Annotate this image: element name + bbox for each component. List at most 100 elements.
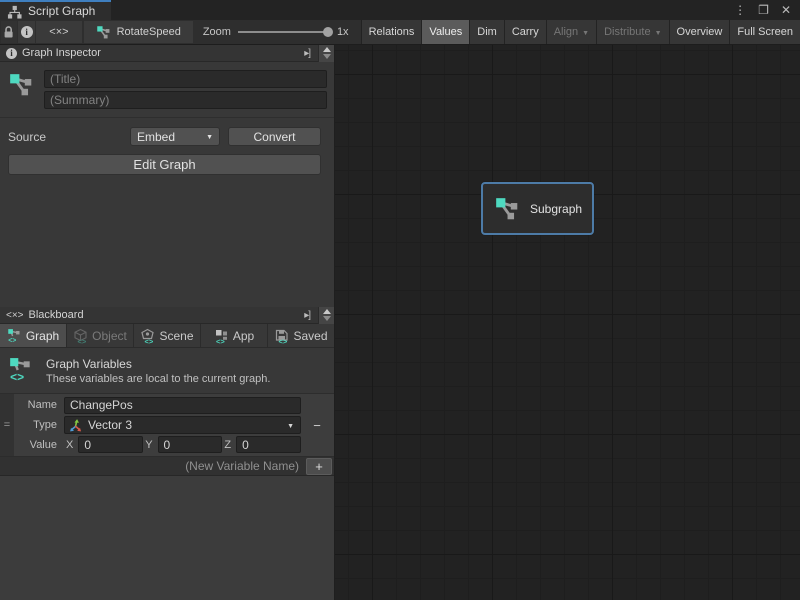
graph-title-input[interactable] [44,70,327,88]
blackboard-icon: <×> [6,310,24,321]
dock-icon[interactable]: ▸] [301,310,313,321]
variable-name-input[interactable] [64,397,301,414]
full-screen-button[interactable]: Full Screen [730,20,800,44]
menu-icon[interactable]: ⋮ [734,4,746,16]
chevron-down-icon: ▼ [206,134,213,141]
graph-variables-subtitle: These variables are local to the current… [46,373,270,385]
close-icon[interactable]: ✕ [781,4,791,16]
value-label: Value [14,439,64,451]
tab-script-graph[interactable]: Script Graph [0,0,111,20]
dock-icon[interactable]: ▸] [301,48,313,59]
y-label: Y [143,439,157,451]
panel-empty-area [0,476,334,600]
type-label: Type [14,419,64,431]
blackboard-icon: <×> [49,26,68,38]
info-icon: i [6,48,17,59]
variable-value-row: Value X Y Z [14,435,301,454]
zoom-value: 1x [337,26,349,38]
z-value-input[interactable] [236,436,301,453]
tab-graph[interactable]: Graph [0,324,67,347]
graph-summary-input[interactable] [44,91,327,109]
blackboard-title: Blackboard [29,309,84,321]
graph-icon [8,70,34,100]
graph-variables-icon [7,328,22,344]
scroll-down-icon[interactable] [323,316,331,321]
blackboard-tabs: Graph Object Scene App Saved [0,324,334,348]
source-dropdown[interactable]: Embed ▼ [130,127,220,146]
edit-graph-button[interactable]: Edit Graph [8,154,321,175]
dim-button[interactable]: Dim [470,20,505,44]
graph-inspector-section: i Graph Inspector ▸] Sour [0,45,334,307]
vector3-icon [68,418,83,433]
overview-button[interactable]: Overview [670,20,731,44]
scroll-up-icon[interactable] [323,309,331,314]
drag-handle-icon[interactable]: = [0,394,14,456]
floppy-icon [274,328,289,344]
blackboard-header[interactable]: <×> Blackboard ▸] [0,307,334,324]
x-value-input[interactable] [78,436,143,453]
y-value-input[interactable] [158,436,223,453]
zoom-label: Zoom [203,26,231,38]
section-scroll-spinner[interactable] [318,307,334,324]
graph-variables-icon [8,354,34,386]
source-label: Source [8,130,130,144]
z-label: Z [222,439,236,451]
lock-icon [2,25,15,39]
inspector-toggle-button[interactable]: i [18,21,35,43]
scroll-down-icon[interactable] [323,54,331,59]
distribute-dropdown[interactable]: Distribute ▼ [597,20,669,44]
tab-saved[interactable]: Saved [268,324,334,347]
graph-canvas[interactable]: Subgraph [335,45,800,600]
app-icon [214,328,229,344]
values-button[interactable]: Values [422,20,470,44]
window-controls: ⋮ ❐ ✕ [734,0,800,20]
blackboard-toggle-button[interactable]: <×> [36,21,81,43]
variable-name-row: Name [14,396,301,415]
zoom-slider[interactable] [238,31,330,33]
graph-breadcrumb-button[interactable]: RotateSpeed [84,21,193,43]
carry-button[interactable]: Carry [505,20,547,44]
add-variable-button[interactable]: + [306,458,332,475]
scene-icon [140,328,155,344]
toolbar-actions: Relations Values Dim Carry Align ▼ Distr… [361,20,800,44]
tab-scene[interactable]: Scene [134,324,201,347]
remove-variable-button[interactable]: − [308,417,326,434]
sidebar-panel: i Graph Inspector ▸] Sour [0,45,335,600]
new-variable-row: + [0,457,334,476]
section-scroll-spinner[interactable] [318,45,334,62]
graph-inspector-header[interactable]: i Graph Inspector ▸] [0,45,334,62]
tab-app[interactable]: App [201,324,268,347]
relations-button[interactable]: Relations [362,20,423,44]
chevron-down-icon: ▼ [287,423,294,430]
chevron-down-icon: ▼ [655,30,662,37]
info-icon: i [21,26,33,38]
new-variable-input[interactable] [0,458,306,474]
align-dropdown[interactable]: Align ▼ [547,20,597,44]
variable-fields: Name Type Vector 3 ▼ Value X [14,394,334,456]
graph-variables-info: Graph Variables These variables are loca… [0,348,334,394]
maximize-icon[interactable]: ❐ [758,4,769,16]
variable-type-row: Type Vector 3 ▼ [14,416,301,435]
graph-icon [494,196,520,222]
main-area: i Graph Inspector ▸] Sour [0,45,800,600]
convert-button[interactable]: Convert [228,127,321,146]
graph-icon [96,25,111,40]
node-label: Subgraph [530,202,582,216]
sitemap-icon [7,4,22,19]
graph-inspector-title: Graph Inspector [22,47,101,59]
zoom-slider-handle[interactable] [323,27,333,37]
scroll-up-icon[interactable] [323,47,331,52]
tab-object[interactable]: Object [67,324,134,347]
subgraph-node[interactable]: Subgraph [481,182,594,235]
tab-title: Script Graph [28,4,95,18]
graph-variables-title: Graph Variables [46,357,270,371]
lock-button[interactable] [1,21,17,43]
x-label: X [64,439,78,451]
cube-icon [73,328,88,344]
variable-row: = Name Type Vector 3 ▼ [0,394,334,457]
name-label: Name [14,399,64,411]
title-fields [44,70,327,109]
graph-title-block [0,62,334,118]
zoom-control: Zoom 1x [193,20,359,44]
variable-type-dropdown[interactable]: Vector 3 ▼ [64,416,301,434]
